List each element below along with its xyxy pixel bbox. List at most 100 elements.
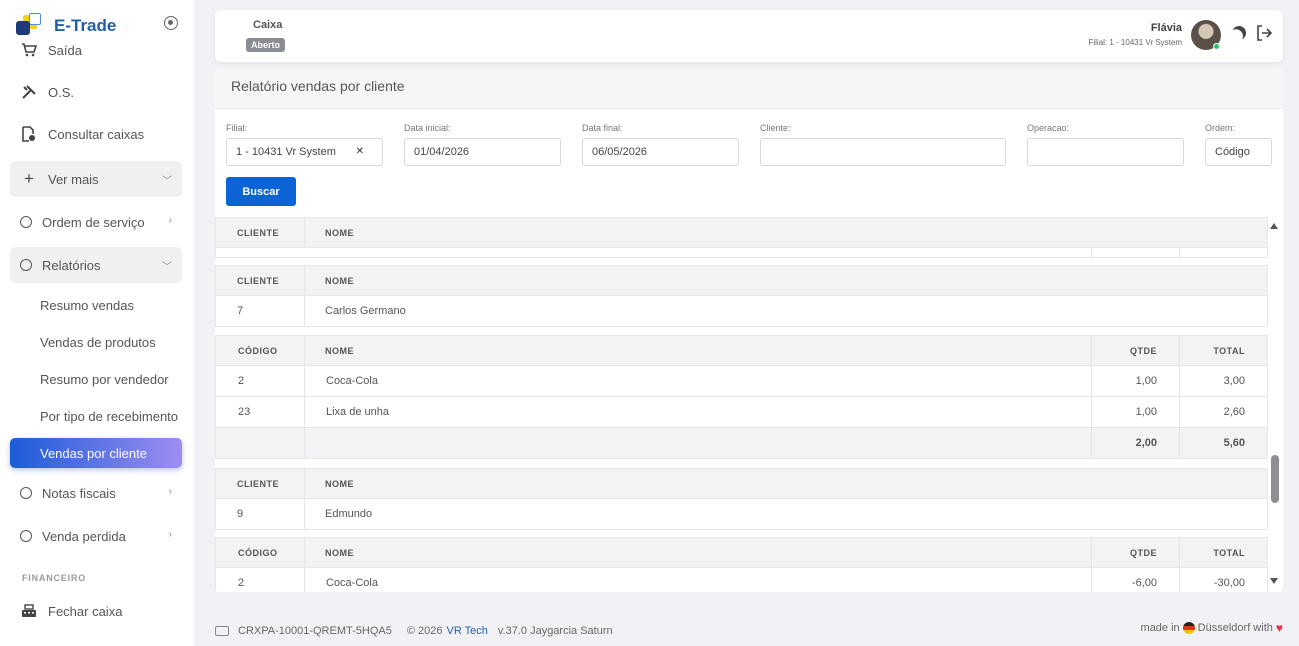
sidebar-subitem-vendas-produtos[interactable]: Vendas de produtos [10, 327, 182, 357]
sidebar-item-label: Ordem de serviço [42, 214, 145, 230]
product-code: 2 [238, 375, 245, 387]
sidebar-item-label: Saída [48, 42, 82, 58]
license-card-icon [215, 626, 229, 636]
sidebar-item-label: Fechar caixa [48, 603, 123, 619]
col-header-codigo: CÓDIGO [238, 345, 278, 356]
circle-icon [20, 216, 32, 228]
user-name: Flávia [1150, 22, 1182, 34]
panel-header: Relatório vendas por cliente [215, 68, 1283, 109]
col-header-nome: NOME [325, 345, 354, 356]
chevron-right-icon: › [168, 215, 172, 226]
document-clock-icon [20, 125, 38, 143]
cliente-label: Cliente: [760, 123, 791, 133]
operacao-field[interactable] [1027, 138, 1184, 166]
license-key: CRXPA-10001-QREMT-5HQA5 [238, 625, 392, 637]
circle-icon [20, 487, 32, 499]
scroll-down-icon[interactable] [1270, 578, 1278, 584]
sidebar-item-label: O.S. [48, 84, 75, 100]
moon-icon[interactable] [1230, 24, 1248, 42]
results-area[interactable]: CLIENTE NOME CLIENTE NOME 7 Carlos Germa… [215, 217, 1268, 592]
filial-select[interactable]: 1 - 10431 Vr System ✕ [226, 138, 383, 166]
cash-register-icon [20, 602, 38, 620]
sidebar-subitem-label: Por tipo de recebimento [40, 408, 179, 424]
table-row[interactable]: 2 Coca-Cola 1,00 3,00 [216, 365, 1267, 396]
data-inicial-field[interactable]: 01/04/2026 [404, 138, 561, 166]
chevron-down-icon: ﹀ [162, 176, 172, 187]
data-inicial-label: Data inicial: [404, 123, 451, 133]
sidebar-item-label: Notas fiscais [42, 485, 116, 501]
sidebar-item-consultar-caixas[interactable]: Consultar caixas [10, 116, 182, 152]
col-header-total: TOTAL [1213, 345, 1245, 356]
product-total: 2,60 [1223, 406, 1245, 418]
filial-label: Filial: [226, 123, 248, 133]
data-final-label: Data final: [582, 123, 623, 133]
table-row[interactable]: 7 Carlos Germano [216, 295, 1267, 326]
clear-icon[interactable]: ✕ [356, 146, 364, 157]
cart-icon [20, 41, 38, 59]
scroll-up-icon[interactable] [1270, 223, 1278, 229]
table-header-row: CÓDIGO NOME QTDE TOTAL [216, 538, 1267, 567]
table-header-row: CLIENTE NOME [216, 266, 1267, 295]
product-qtde: 1,00 [1135, 406, 1157, 418]
sidebar-item-ver-mais[interactable]: + Ver mais ﹀ [10, 161, 182, 197]
client-code: 7 [237, 305, 244, 317]
sidebar-subitem-tipo-recebimento[interactable]: Por tipo de recebimento [10, 401, 182, 431]
table-row-clipped [216, 247, 1267, 257]
user-filial: Filial: 1 - 10431 Vr System [1088, 38, 1182, 47]
sidebar-toggle-icon[interactable] [164, 16, 178, 30]
table-row[interactable]: 23 Lixa de unha 1,00 2,60 [216, 396, 1267, 427]
ordem-label: Ordem: [1205, 123, 1236, 133]
sidebar-item-os[interactable]: O.S. [10, 74, 182, 110]
operacao-label: Operacao: [1027, 123, 1070, 133]
circle-icon [20, 530, 32, 542]
client-code: 9 [237, 508, 244, 520]
sidebar-subitem-vendas-cliente[interactable]: Vendas por cliente [10, 438, 182, 468]
sidebar-item-saida[interactable]: Saída [10, 32, 182, 68]
caixa-status-badge: Aberto [246, 38, 285, 52]
heart-icon: ♥ [1275, 621, 1283, 635]
sum-qtde: 2,00 [1135, 437, 1157, 449]
sidebar-subitem-resumo-vendedor[interactable]: Resumo por vendedor [10, 364, 182, 394]
sidebar: E-Trade Saída O.S. Consultar caixas + Ve… [0, 0, 194, 646]
buscar-button[interactable]: Buscar [226, 177, 296, 206]
product-total: 3,00 [1223, 375, 1245, 387]
product-name: Lixa de unha [326, 406, 389, 418]
results-table-scrolled: CLIENTE NOME [215, 217, 1268, 258]
sidebar-item-venda-perdida[interactable]: Venda perdida › [10, 518, 182, 554]
circle-icon [20, 259, 32, 271]
product-code: 2 [238, 577, 245, 589]
chevron-right-icon: › [168, 486, 172, 497]
company-link[interactable]: VR Tech [447, 625, 488, 637]
sidebar-item-relatorios[interactable]: Relatórios ﹀ [10, 247, 182, 283]
sidebar-subitem-resumo-vendas[interactable]: Resumo vendas [10, 290, 182, 320]
table-row[interactable]: 2 Coca-Cola -6,00 -30,00 [216, 567, 1267, 592]
col-header-cliente: CLIENTE [237, 227, 280, 238]
ordem-select[interactable]: Código [1205, 138, 1272, 166]
client-name: Edmundo [325, 508, 373, 520]
tools-icon [20, 83, 38, 101]
made-in-city: Düsseldorf with [1197, 622, 1273, 634]
product-code: 23 [238, 406, 251, 418]
version: v.37.0 Jaygarcia Saturn [497, 625, 613, 637]
table-row[interactable]: 9 Edmundo [216, 498, 1267, 529]
client-table: CLIENTE NOME 7 Carlos Germano [215, 265, 1268, 327]
col-header-cliente: CLIENTE [237, 478, 280, 489]
top-header: Caixa Aberto Flávia Filial: 1 - 10431 Vr… [215, 10, 1283, 62]
sidebar-item-notas-fiscais[interactable]: Notas fiscais › [10, 475, 182, 511]
chevron-right-icon: › [168, 529, 172, 540]
table-header-row: CLIENTE NOME [216, 218, 1267, 247]
data-final-field[interactable]: 06/05/2026 [582, 138, 739, 166]
logout-icon[interactable] [1255, 24, 1273, 42]
section-label-financeiro: FINANCEIRO [22, 573, 86, 583]
cliente-field[interactable] [760, 138, 1006, 166]
product-qtde: 1,00 [1135, 375, 1157, 387]
col-header-qtde: QTDE [1129, 547, 1157, 558]
copyright: © 2026 [406, 625, 443, 637]
sidebar-item-ordem-servico[interactable]: Ordem de serviço › [10, 204, 182, 240]
col-header-nome: NOME [325, 275, 354, 286]
sidebar-item-label: Relatórios [42, 257, 101, 273]
sidebar-item-fechar-caixa[interactable]: Fechar caixa [10, 593, 182, 629]
online-status-dot [1213, 43, 1220, 50]
scrollbar-thumb[interactable] [1271, 455, 1279, 503]
table-header-row: CLIENTE NOME [216, 469, 1267, 498]
